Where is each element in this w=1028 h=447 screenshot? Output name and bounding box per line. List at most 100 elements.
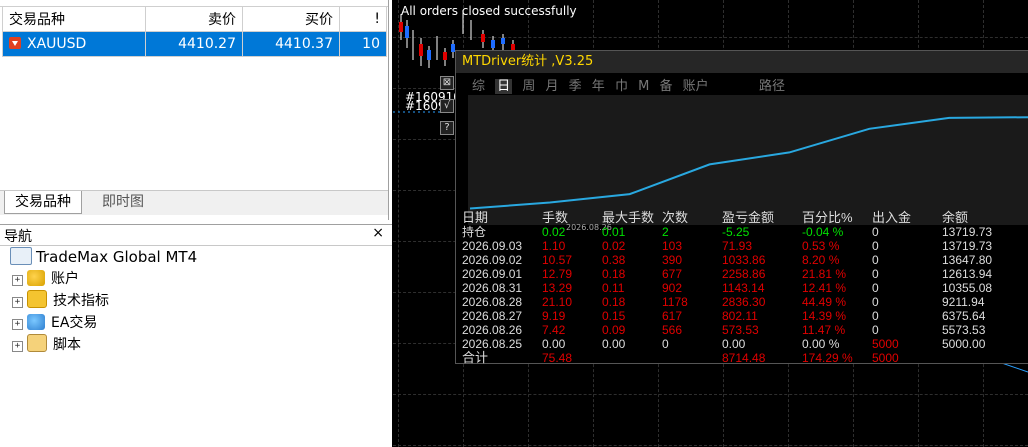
equity-chart <box>468 95 1028 225</box>
tab-symbols[interactable]: 交易品种 <box>4 191 82 214</box>
cell-lots: 1.10 <box>542 239 566 253</box>
cell-date: 2026.08.31 <box>462 281 523 295</box>
script-icon <box>27 334 47 352</box>
cell-deposit: 0 <box>872 239 879 253</box>
tab-bei[interactable]: 备 <box>659 79 672 94</box>
navigator-item-label: 技术指标 <box>53 293 109 309</box>
cell-percent: 174.29 % <box>802 351 853 365</box>
cell-pnl: 1143.14 <box>722 281 765 295</box>
navigator-item-experts[interactable]: + EA交易 <box>12 312 97 334</box>
cell-pnl: 573.53 <box>722 323 759 337</box>
cell-balance: 6375.64 <box>942 309 986 323</box>
col-ask-header[interactable]: 买价 <box>242 6 340 32</box>
cell-date: 2026.08.26 <box>462 323 523 337</box>
cell-balance: 10355.08 <box>942 281 993 295</box>
tab-week[interactable]: 周 <box>522 79 535 94</box>
header-count: 次数 <box>662 210 689 225</box>
header-lots: 手数 <box>542 210 569 225</box>
col-bid-header[interactable]: 卖价 <box>145 6 243 32</box>
cell-pnl: 0.00 <box>722 337 746 351</box>
cell-count: 103 <box>662 239 683 253</box>
cell-lots: 9.19 <box>542 309 566 323</box>
tab-account[interactable]: 账户 <box>683 79 709 94</box>
cell-date: 2026.08.25 <box>462 337 523 351</box>
cell-max-lots: 0.01 <box>602 225 626 239</box>
cell-max-lots: 0.15 <box>602 309 626 323</box>
market-watch: 交易品种 卖价 买价 ! XAUUSD 4410.27 4410.37 10 交… <box>0 0 389 220</box>
expand-icon[interactable]: + <box>12 341 23 352</box>
navigator-title: 导航 <box>4 229 32 245</box>
cell-lots: 10.57 <box>542 253 573 267</box>
tab-m[interactable]: M <box>638 79 649 94</box>
navigator-item-label: 账户 <box>51 271 79 287</box>
minimize-panel-button[interactable]: ⊠ <box>440 76 454 90</box>
cell-pnl: 1033.86 <box>722 253 766 267</box>
navigator-root[interactable]: TradeMax Global MT4 <box>10 246 197 268</box>
tab-summary[interactable]: 综 <box>472 79 485 94</box>
cell-balance: 9211.94 <box>942 295 985 309</box>
header-balance: 余额 <box>942 210 969 225</box>
tab-year[interactable]: 年 <box>592 79 605 94</box>
navigator-item-accounts[interactable]: + 账户 <box>12 268 79 290</box>
expand-icon[interactable]: + <box>12 297 23 308</box>
cell-max-lots: 0.11 <box>602 281 625 295</box>
path-label[interactable]: 路径 <box>759 75 785 94</box>
header-deposit: 出入金 <box>872 210 912 225</box>
cell-balance: 13719.73 <box>942 225 993 239</box>
tab-jin[interactable]: 巾 <box>615 79 628 94</box>
cell-deposit: 5000 <box>872 337 899 351</box>
cell-pct: 0.53 % <box>802 239 840 253</box>
ask-cell[interactable]: 4410.37 <box>242 31 340 57</box>
navigator-item-indicators[interactable]: + 技术指标 <box>12 290 109 312</box>
cell-pnl: 2258.86 <box>722 267 766 281</box>
table-header: 交易品种 卖价 买价 ! <box>2 6 387 32</box>
cell-balance: 5000.00 <box>942 337 986 351</box>
col-spread-header[interactable]: ! <box>339 6 387 32</box>
tab-day[interactable]: 日 <box>495 79 513 94</box>
cell-lots: 75.48 <box>542 351 573 365</box>
cell-deposit: 0 <box>872 309 879 323</box>
cell-balance: 13719.73 <box>942 239 993 253</box>
cell-deposit: 0 <box>872 295 879 309</box>
col-symbol-header[interactable]: 交易品种 <box>2 6 146 32</box>
cell-pnl: -5.25 <box>722 225 750 239</box>
tab-tick-chart[interactable]: 即时图 <box>92 191 154 213</box>
spread-cell[interactable]: 10 <box>339 31 387 57</box>
cell-deposit: 0 <box>872 253 879 267</box>
cell-count: 2 <box>662 225 669 239</box>
left-panel: 交易品种 卖价 买价 ! XAUUSD 4410.27 4410.37 10 交… <box>0 0 392 447</box>
expert-advisor-icon <box>27 314 45 330</box>
expand-icon[interactable]: + <box>12 319 23 330</box>
expand-icon[interactable]: + <box>12 275 23 286</box>
stats-panel-title: MTDriver统计 ,V3.25 <box>456 51 1028 73</box>
cell-date: 2026.09.03 <box>462 239 523 253</box>
chart-status-message: All orders closed successfully <box>401 4 577 18</box>
market-watch-tabs: 交易品种 即时图 <box>0 190 388 215</box>
cell-count: 617 <box>662 309 683 323</box>
cell-pct: 44.49 % <box>802 295 847 309</box>
navigator-item-label: EA交易 <box>51 315 98 331</box>
navigator-root-label: TradeMax Global MT4 <box>36 248 198 266</box>
cell-date: 2026.08.28 <box>462 295 523 309</box>
cell-lots: 0.00 <box>542 337 566 351</box>
cell-date: 2026.08.27 <box>462 309 523 323</box>
cell-lots: 21.10 <box>542 295 573 309</box>
bid-cell[interactable]: 4410.27 <box>145 31 243 57</box>
account-icon <box>27 270 45 286</box>
navigator-item-scripts[interactable]: + 脚本 <box>12 334 81 356</box>
cell-count: 677 <box>662 267 683 281</box>
tab-quarter[interactable]: 季 <box>569 79 582 94</box>
cell-pct: 12.41 % <box>802 281 847 295</box>
table-row[interactable]: XAUUSD 4410.27 4410.37 10 <box>2 31 387 57</box>
cell-max-lots: 0.02 <box>602 239 626 253</box>
help-button[interactable]: ? <box>440 121 454 135</box>
header-percent: 百分比% <box>802 210 853 225</box>
cell-count: 902 <box>662 281 683 295</box>
cell-date: 合计 <box>462 350 489 365</box>
tab-month[interactable]: 月 <box>545 79 558 94</box>
check-button[interactable]: √ <box>440 99 454 113</box>
cell-count: 0 <box>662 337 669 351</box>
symbol-cell[interactable]: XAUUSD <box>2 31 146 57</box>
close-icon[interactable]: × <box>372 225 384 241</box>
cell-lots: 0.02 <box>542 225 566 239</box>
